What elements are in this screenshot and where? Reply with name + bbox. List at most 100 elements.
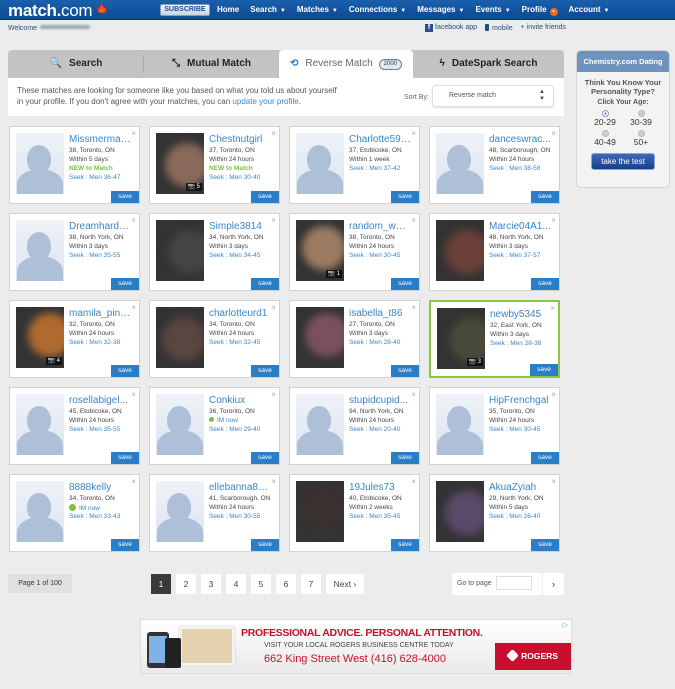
close-icon[interactable]: × xyxy=(411,129,416,138)
age-option-40-49[interactable]: 40-49 xyxy=(587,130,623,147)
profile-photo[interactable]: 📷 1 xyxy=(296,220,344,281)
username-link[interactable]: Chestnutgirl xyxy=(209,134,271,145)
profile-photo-placeholder[interactable] xyxy=(16,481,64,542)
close-icon[interactable]: × xyxy=(411,390,416,399)
save-button[interactable]: save xyxy=(531,452,559,464)
profile-photo[interactable] xyxy=(436,481,484,542)
sort-by-select[interactable]: Reverse match ▲ ▼ xyxy=(432,85,554,107)
nav-connections[interactable]: Connections ▼ xyxy=(349,0,406,20)
close-icon[interactable]: × xyxy=(271,477,276,486)
im-now-link[interactable]: IM now xyxy=(69,504,100,512)
save-button[interactable]: save xyxy=(531,278,559,290)
username-link[interactable]: 19Jules73 xyxy=(349,482,411,493)
nav-home[interactable]: Home xyxy=(217,0,239,20)
tab-mutual-match[interactable]: ⤡ Mutual Match xyxy=(144,50,279,78)
username-link[interactable]: rosellabigel... xyxy=(69,395,131,406)
go-to-page-input[interactable] xyxy=(496,576,532,590)
save-button[interactable]: save xyxy=(391,365,419,377)
profile-photo[interactable] xyxy=(296,481,344,542)
save-button[interactable]: save xyxy=(111,452,139,464)
close-icon[interactable]: × xyxy=(271,216,276,225)
match-card[interactable]: HipFrenchgal × 35, Toronto, ON Within 24… xyxy=(429,387,560,465)
close-icon[interactable]: × xyxy=(411,216,416,225)
username-link[interactable]: ellebanna8372 xyxy=(209,482,271,493)
profile-photo-placeholder[interactable] xyxy=(16,220,64,281)
page-1-button[interactable]: 1 xyxy=(151,574,171,594)
close-icon[interactable]: × xyxy=(411,303,416,312)
close-icon[interactable]: × xyxy=(411,477,416,486)
match-card[interactable]: Missmermai... × 38, Toronto, ON Within 5… xyxy=(9,126,140,204)
tab-datespark-search[interactable]: ϟ DateSpark Search xyxy=(413,50,564,78)
match-logo[interactable]: match.com 🍁 xyxy=(8,1,109,21)
profile-photo-placeholder[interactable] xyxy=(156,481,204,542)
username-link[interactable]: Conkiux xyxy=(209,395,271,406)
next-page-button[interactable]: Next › xyxy=(326,574,364,594)
close-icon[interactable]: × xyxy=(131,216,136,225)
match-card[interactable]: Simple3814 × 34, North York, ON Within 3… xyxy=(149,213,280,291)
save-button[interactable]: save xyxy=(251,452,279,464)
username-link[interactable]: Marcie04A1... xyxy=(489,221,551,232)
match-card[interactable]: AkuaZyiah × 29, North York, ON Within 5 … xyxy=(429,474,560,552)
profile-photo[interactable] xyxy=(296,307,344,368)
match-card[interactable]: charlotteurd1 × 34, Toronto, ON Within 2… xyxy=(149,300,280,378)
match-card[interactable]: Marcie04A1... × 48, North York, ON Withi… xyxy=(429,213,560,291)
profile-photo-placeholder[interactable] xyxy=(296,394,344,455)
profile-photo-placeholder[interactable] xyxy=(296,133,344,194)
close-icon[interactable]: × xyxy=(271,303,276,312)
facebook-app-link[interactable]: f facebook app xyxy=(425,24,477,32)
match-card[interactable]: 📷 1 random_wal... × 38, Toronto, ON With… xyxy=(289,213,420,291)
profile-photo-placeholder[interactable] xyxy=(436,394,484,455)
match-card[interactable]: rosellabigel... × 45, Etobicoke, ON With… xyxy=(9,387,140,465)
radio-selected[interactable] xyxy=(601,110,609,117)
save-button[interactable]: save xyxy=(111,365,139,377)
close-icon[interactable]: × xyxy=(131,303,136,312)
invite-friends-link[interactable]: + invite friends xyxy=(521,24,566,32)
match-card[interactable]: danceswrac... × 48, Scarborough, ON With… xyxy=(429,126,560,204)
username-link[interactable]: 8888kelly xyxy=(69,482,131,493)
save-button[interactable]: save xyxy=(251,365,279,377)
close-icon[interactable]: × xyxy=(131,477,136,486)
profile-photo-placeholder[interactable] xyxy=(436,133,484,194)
close-icon[interactable]: × xyxy=(271,129,276,138)
update-profile-link[interactable]: update your profile xyxy=(232,97,298,106)
tab-search[interactable]: 🔍 Search xyxy=(8,50,144,78)
username-link[interactable]: charlotteurd1 xyxy=(209,308,271,319)
username-link[interactable]: Simple3814 xyxy=(209,221,271,232)
close-icon[interactable]: × xyxy=(551,390,556,399)
nav-events[interactable]: Events ▼ xyxy=(475,0,510,20)
nav-account[interactable]: Account ▼ xyxy=(569,0,610,20)
match-card[interactable]: 📷 5 Chestnutgirl × 37, Toronto, ON Withi… xyxy=(149,126,280,204)
page-3-button[interactable]: 3 xyxy=(201,574,221,594)
radio[interactable] xyxy=(637,110,645,117)
save-button[interactable]: save xyxy=(391,278,419,290)
rogers-banner-ad[interactable]: PROFESSIONAL ADVICE. PERSONAL ATTENTION.… xyxy=(140,619,572,674)
nav-search[interactable]: Search ▼ xyxy=(250,0,286,20)
profile-photo[interactable]: 📷 4 xyxy=(16,307,64,368)
profile-photo[interactable] xyxy=(156,220,204,281)
username-link[interactable]: random_wal... xyxy=(349,221,411,232)
profile-photo-placeholder[interactable] xyxy=(156,394,204,455)
username-link[interactable]: danceswrac... xyxy=(489,134,551,145)
save-button[interactable]: save xyxy=(391,191,419,203)
match-card[interactable]: 📷 3 newby5345 × 32, East York, ON Within… xyxy=(429,300,560,378)
save-button[interactable]: save xyxy=(251,278,279,290)
im-now-link[interactable]: IM now xyxy=(209,417,238,424)
username-link[interactable]: Dreamhard2... xyxy=(69,221,131,232)
match-card[interactable]: Conkiux × 36, Toronto, ON IM now Seek : … xyxy=(149,387,280,465)
username-link[interactable]: Charlotte5991 xyxy=(349,134,411,145)
profile-photo[interactable] xyxy=(436,220,484,281)
age-option-30-39[interactable]: 30-39 xyxy=(623,110,659,127)
profile-photo[interactable] xyxy=(156,307,204,368)
page-2-button[interactable]: 2 xyxy=(176,574,196,594)
username-link[interactable]: stupidcupid... xyxy=(349,395,411,406)
save-button[interactable]: save xyxy=(531,191,559,203)
radio[interactable] xyxy=(637,130,645,137)
username-link[interactable]: AkuaZyiah xyxy=(489,482,551,493)
match-card[interactable]: isabella_t86 × 27, Toronto, ON Within 3 … xyxy=(289,300,420,378)
save-button[interactable]: save xyxy=(111,278,139,290)
username-link[interactable]: newby5345 xyxy=(490,309,552,320)
close-icon[interactable]: × xyxy=(551,477,556,486)
page-5-button[interactable]: 5 xyxy=(251,574,271,594)
save-button[interactable]: save xyxy=(531,539,559,551)
close-icon[interactable]: × xyxy=(131,390,136,399)
